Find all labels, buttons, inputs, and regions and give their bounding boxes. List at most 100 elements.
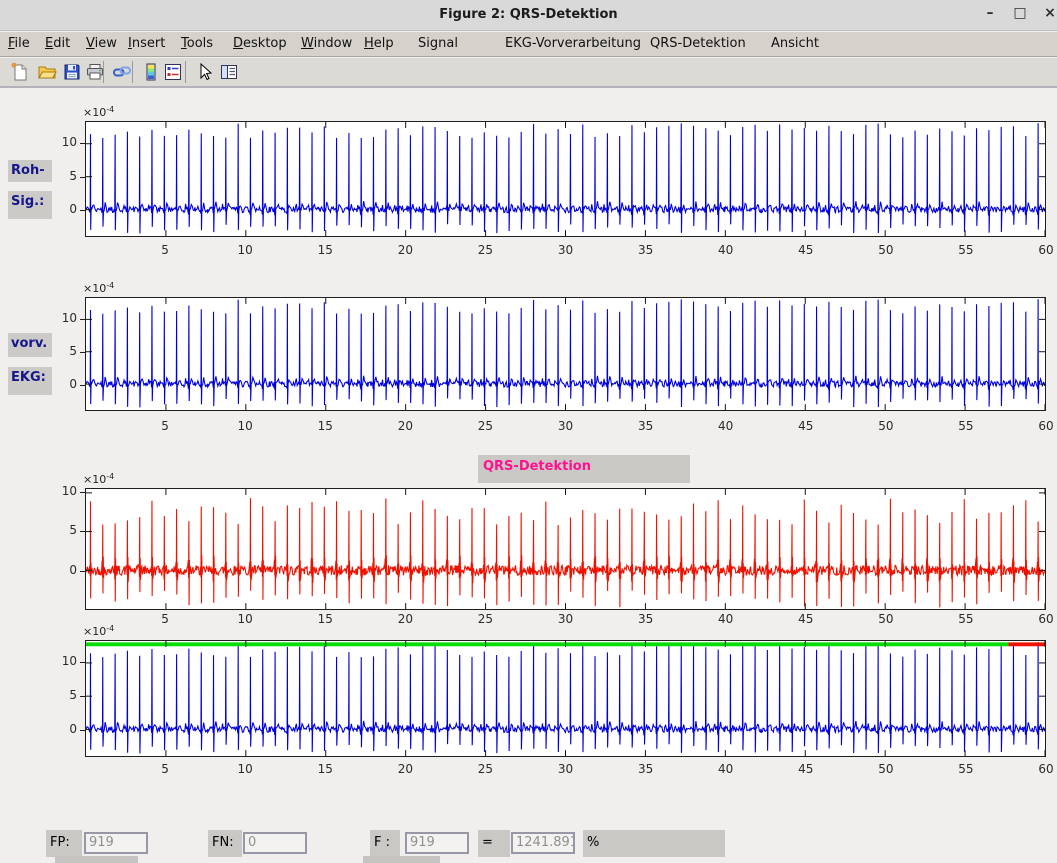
x-tick-label: 45 — [791, 762, 821, 776]
y-tick-label: 5 — [43, 169, 77, 183]
x-tick-label: 30 — [551, 762, 581, 776]
x-tick-label: 20 — [390, 243, 420, 257]
menu-signal[interactable]: Signal — [418, 36, 458, 51]
x-tick-label: 55 — [951, 243, 981, 257]
fn-field[interactable]: 0 — [243, 832, 307, 854]
x-tick-label: 25 — [470, 762, 500, 776]
x-tick-label: 40 — [711, 612, 741, 626]
x-tick-label: 25 — [470, 419, 500, 433]
f-field[interactable]: 919 — [405, 832, 469, 854]
x-tick-label: 10 — [230, 243, 260, 257]
print-figure-icon[interactable] — [85, 62, 105, 82]
plot-axes-vorverarbeitetes-ekg[interactable] — [85, 297, 1046, 411]
figure-canvas: ×10-4Roh-Sig.:51015202530354045505560051… — [0, 0, 1057, 863]
x-tick-label: 30 — [551, 419, 581, 433]
y-tick-stub — [80, 662, 85, 663]
y-tick-label: 10 — [43, 135, 77, 149]
x-tick-label: 20 — [390, 612, 420, 626]
menu-bar: File Edit View Insert Tools Desktop Window Help… — [0, 32, 1057, 57]
save-figure-icon[interactable] — [62, 62, 82, 82]
maximize-button[interactable]: □ — [1010, 5, 1030, 21]
y-tick-label: 10 — [43, 311, 77, 325]
x-tick-label: 45 — [791, 419, 821, 433]
menu-edit[interactable]: Edit — [45, 36, 70, 51]
x-tick-label: 15 — [310, 762, 340, 776]
fp-label: FP: — [46, 830, 82, 857]
toolbar-separator — [185, 61, 186, 83]
x-tick-label: 40 — [711, 419, 741, 433]
y-tick-stub — [80, 492, 85, 493]
x-tick-label: 5 — [150, 243, 180, 257]
x-tick-label: 55 — [951, 612, 981, 626]
menu-help[interactable]: Help — [364, 36, 394, 51]
f-percent-field[interactable]: 1241.891 — [511, 832, 575, 854]
fn-label: FN: — [208, 830, 242, 857]
link-plot-icon[interactable] — [112, 62, 132, 82]
y-tick-label: 0 — [43, 202, 77, 216]
plot-axes-roh-signal[interactable] — [85, 121, 1046, 237]
property-inspector-icon[interactable] — [219, 62, 239, 82]
y-tick-label: 10 — [43, 484, 77, 498]
x-tick-label: 15 — [310, 419, 340, 433]
menu-insert[interactable]: Insert — [128, 36, 165, 51]
plot-axes-qrs-detektion[interactable] — [85, 488, 1046, 610]
menu-desktop[interactable]: Desktop — [233, 36, 287, 51]
x-tick-label: 15 — [310, 243, 340, 257]
open-file-icon[interactable] — [37, 62, 57, 82]
bottom-cutoff-box — [55, 856, 138, 863]
plot-title: QRS-Detektion — [483, 459, 591, 474]
percent-label: % — [583, 830, 725, 857]
edit-plot-cursor-icon[interactable] — [195, 62, 215, 82]
x-tick-label: 60 — [1031, 419, 1057, 433]
bottom-cutoff-box — [363, 856, 440, 863]
x-tick-label: 35 — [631, 419, 661, 433]
x-tick-label: 10 — [230, 612, 260, 626]
x-tick-label: 10 — [230, 419, 260, 433]
x-tick-label: 20 — [390, 419, 420, 433]
y-tick-stub — [80, 177, 85, 178]
x-tick-label: 60 — [1031, 612, 1057, 626]
axis-exponent-label: ×10-4 — [83, 105, 114, 119]
menu-view[interactable]: View — [86, 36, 117, 51]
fp-field[interactable]: 919 — [84, 832, 148, 854]
x-tick-label: 50 — [871, 612, 901, 626]
y-tick-label: 5 — [43, 344, 77, 358]
y-tick-label: 5 — [43, 688, 77, 702]
plot-axes-detektion-ergebnis[interactable] — [85, 640, 1046, 757]
menu-qrs-detektion[interactable]: QRS-Detektion — [650, 36, 746, 51]
y-tick-stub — [80, 571, 85, 572]
x-tick-label: 45 — [791, 243, 821, 257]
y-tick-label: 0 — [43, 563, 77, 577]
x-tick-label: 30 — [551, 612, 581, 626]
x-tick-label: 20 — [390, 762, 420, 776]
equals-label: = — [478, 830, 510, 857]
toolbar-separator — [103, 61, 104, 83]
y-tick-stub — [80, 210, 85, 211]
x-tick-label: 5 — [150, 419, 180, 433]
x-tick-label: 15 — [310, 612, 340, 626]
x-tick-label: 35 — [631, 612, 661, 626]
f-label: F : — [370, 830, 400, 857]
menu-ansicht[interactable]: Ansicht — [771, 36, 819, 51]
x-tick-label: 5 — [150, 762, 180, 776]
y-tick-stub — [80, 352, 85, 353]
menu-ekg-vorverarbeitung[interactable]: EKG-Vorverarbeitung — [505, 36, 641, 51]
x-tick-label: 55 — [951, 419, 981, 433]
y-tick-stub — [80, 531, 85, 532]
y-tick-label: 0 — [43, 722, 77, 736]
x-tick-label: 30 — [551, 243, 581, 257]
x-tick-label: 5 — [150, 612, 180, 626]
menu-file[interactable]: File — [8, 36, 30, 51]
y-tick-label: 10 — [43, 654, 77, 668]
x-tick-label: 35 — [631, 762, 661, 776]
new-figure-icon[interactable] — [10, 62, 30, 82]
minimize-button[interactable]: – — [980, 5, 1000, 21]
axis-exponent-label: ×10-4 — [83, 472, 114, 486]
title-bar[interactable]: Figure 2: QRS-Detektion –□× — [0, 0, 1057, 31]
insert-colorbar-icon[interactable] — [141, 62, 161, 82]
y-tick-stub — [80, 696, 85, 697]
menu-tools[interactable]: Tools — [181, 36, 213, 51]
close-button[interactable]: × — [1040, 5, 1057, 21]
insert-legend-icon[interactable] — [163, 62, 183, 82]
menu-window[interactable]: Window — [301, 36, 352, 51]
